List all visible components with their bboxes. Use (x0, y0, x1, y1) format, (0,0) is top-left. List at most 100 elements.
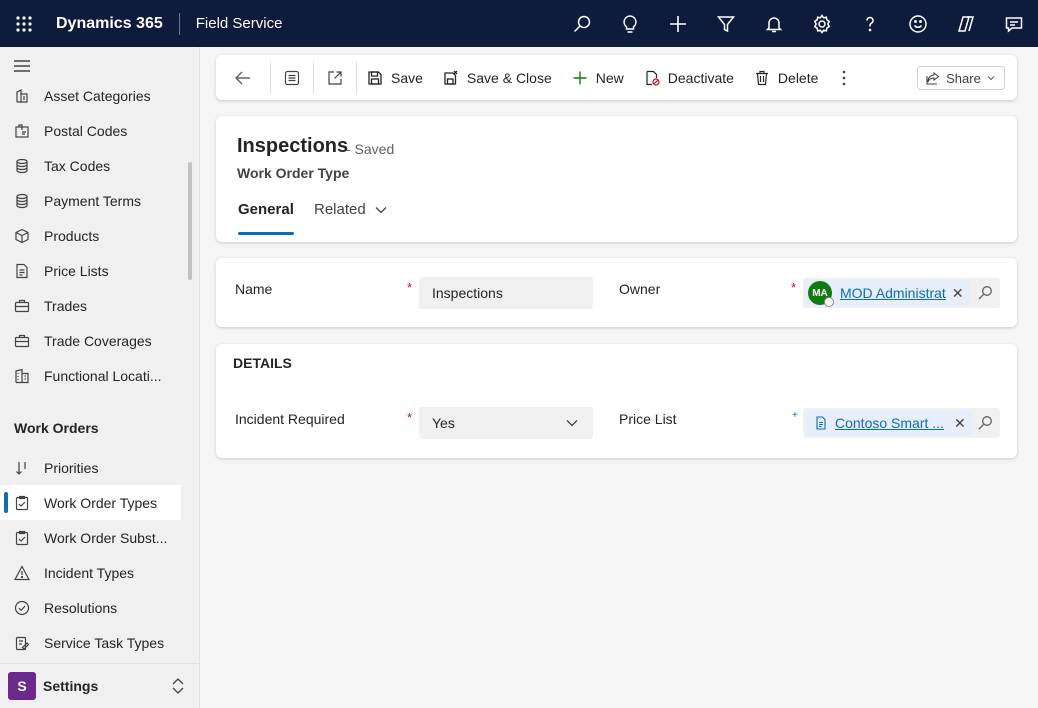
sidebar-item-functional-locations[interactable]: Functional Locati... (0, 358, 181, 393)
clipboard-icon (0, 495, 44, 511)
open-new-window-icon[interactable] (314, 55, 356, 100)
sidebar-item-resolutions[interactable]: Resolutions (0, 590, 181, 625)
save-status: - Saved (346, 141, 394, 157)
sidebar-item-work-order-types[interactable]: Work Order Types (0, 485, 181, 520)
new-button[interactable]: New (562, 55, 634, 100)
incident-required-select[interactable]: Yes (419, 407, 593, 439)
bell-icon[interactable] (750, 0, 798, 47)
share-button[interactable]: Share (917, 66, 1005, 90)
sidebar-item-label: Resolutions (44, 600, 117, 616)
chevron-down-icon (565, 416, 579, 430)
select-value: Yes (432, 415, 455, 431)
required-indicator: * (407, 280, 412, 295)
back-arrow-icon[interactable] (216, 55, 270, 100)
brand-title[interactable]: Dynamics 365 (56, 15, 163, 33)
briefcase-icon (0, 333, 44, 349)
owner-label: Owner (619, 281, 660, 297)
building-icon (0, 368, 44, 384)
sidebar-item-label: Work Order Types (44, 495, 157, 511)
divider (179, 13, 180, 35)
sidebar-item-trades[interactable]: Trades (0, 288, 181, 323)
sidebar-item-priorities[interactable]: Priorities (0, 450, 181, 485)
deactivate-button[interactable]: Deactivate (634, 55, 744, 100)
sidebar-item-label: Priorities (44, 460, 98, 476)
cube-icon (0, 228, 44, 244)
share-label: Share (946, 71, 981, 86)
sidebar-item-price-lists[interactable]: Price Lists (0, 253, 181, 288)
save-icon (367, 70, 383, 86)
sidebar-item-label: Payment Terms (44, 193, 141, 209)
sidebar-item-payment-terms[interactable]: Payment Terms (0, 183, 181, 218)
filter-icon[interactable] (702, 0, 750, 47)
sidebar-item-service-task-types[interactable]: Service Task Types (0, 625, 181, 660)
lightbulb-icon[interactable] (606, 0, 654, 47)
deactivate-icon (644, 70, 660, 86)
presence-status-icon (824, 297, 834, 307)
price-list-link[interactable]: Contoso Smart ... (835, 415, 944, 431)
save-button[interactable]: Save (357, 55, 433, 100)
hamburger-menu-icon[interactable] (13, 59, 31, 76)
gear-icon[interactable] (798, 0, 846, 47)
sidebar-item-trade-coverages[interactable]: Trade Coverages (0, 323, 181, 358)
remove-price-list-icon[interactable]: ✕ (954, 415, 966, 432)
sidebar-item-tax-codes[interactable]: Tax Codes (0, 148, 181, 183)
copilot-icon[interactable] (942, 0, 990, 47)
search-icon[interactable] (558, 0, 606, 47)
sidebar-item-label: Postal Codes (44, 123, 127, 139)
app-launcher-icon[interactable] (0, 0, 47, 47)
lookup-search-icon[interactable] (970, 408, 1000, 438)
name-label: Name (235, 281, 272, 297)
form-view-icon[interactable] (271, 55, 313, 100)
delete-button[interactable]: Delete (744, 55, 828, 100)
price-list-label: Price List (619, 411, 677, 427)
tab-label: Related (314, 201, 366, 218)
sidebar-item-postal-codes[interactable]: Postal Codes (0, 113, 181, 148)
deactivate-label: Deactivate (668, 70, 734, 86)
sidebar-item-incident-types[interactable]: Incident Types (0, 555, 181, 590)
area-switcher[interactable]: S Settings (0, 663, 199, 708)
sidebar-scrollbar[interactable] (188, 162, 192, 280)
save-and-close-button[interactable]: Save & Close (433, 55, 562, 100)
sidebar-item-products[interactable]: Products (0, 218, 181, 253)
new-label: New (596, 70, 624, 86)
lookup-search-icon[interactable] (970, 278, 1000, 308)
sitemap-sidebar: Asset Categories Postal Codes Tax Codes … (0, 47, 200, 708)
owner-tag: MA MOD Administrat ✕ (805, 280, 970, 306)
required-indicator: * (407, 410, 412, 425)
plus-icon (572, 70, 588, 86)
document-icon (814, 416, 828, 430)
trash-icon (754, 70, 770, 86)
form-section-general: Name * Inspections Owner * MA MOD Admini… (216, 258, 1017, 327)
smiley-icon[interactable] (894, 0, 942, 47)
more-commands-icon[interactable] (828, 55, 860, 100)
price-list-lookup[interactable]: Contoso Smart ... ✕ (803, 408, 1000, 438)
tab-general[interactable]: General (238, 201, 294, 218)
required-indicator: * (791, 280, 796, 295)
sort-icon (0, 460, 44, 476)
delete-label: Delete (778, 70, 818, 86)
app-name[interactable]: Field Service (196, 15, 283, 32)
asset-icon (0, 88, 44, 104)
sidebar-item-label: Trades (44, 298, 87, 314)
tab-label: General (238, 201, 294, 218)
name-input[interactable]: Inspections (419, 277, 593, 309)
check-circle-icon (0, 600, 44, 616)
sidebar-item-work-order-substatuses[interactable]: Work Order Subst... (0, 520, 181, 555)
sidebar-item-asset-categories[interactable]: Asset Categories (0, 78, 181, 113)
owner-link[interactable]: MOD Administrat (840, 285, 946, 301)
sidebar-item-label: Products (44, 228, 99, 244)
sidebar-item-label: Incident Types (44, 565, 134, 581)
remove-owner-icon[interactable]: ✕ (952, 285, 964, 302)
owner-lookup[interactable]: MA MOD Administrat ✕ (803, 278, 1000, 308)
tab-related[interactable]: Related (314, 201, 388, 218)
plus-icon[interactable] (654, 0, 702, 47)
sidebar-item-label: Trade Coverages (44, 333, 152, 349)
chevron-down-icon (986, 73, 996, 83)
chevron-up-down-icon (171, 677, 185, 698)
chat-icon[interactable] (990, 0, 1038, 47)
sidebar-item-label: Tax Codes (44, 158, 110, 174)
help-icon[interactable] (846, 0, 894, 47)
form-section-details: DETAILS Incident Required * Yes Price Li… (216, 344, 1017, 458)
chevron-down-icon (374, 203, 388, 217)
record-title: Inspections (237, 135, 348, 158)
